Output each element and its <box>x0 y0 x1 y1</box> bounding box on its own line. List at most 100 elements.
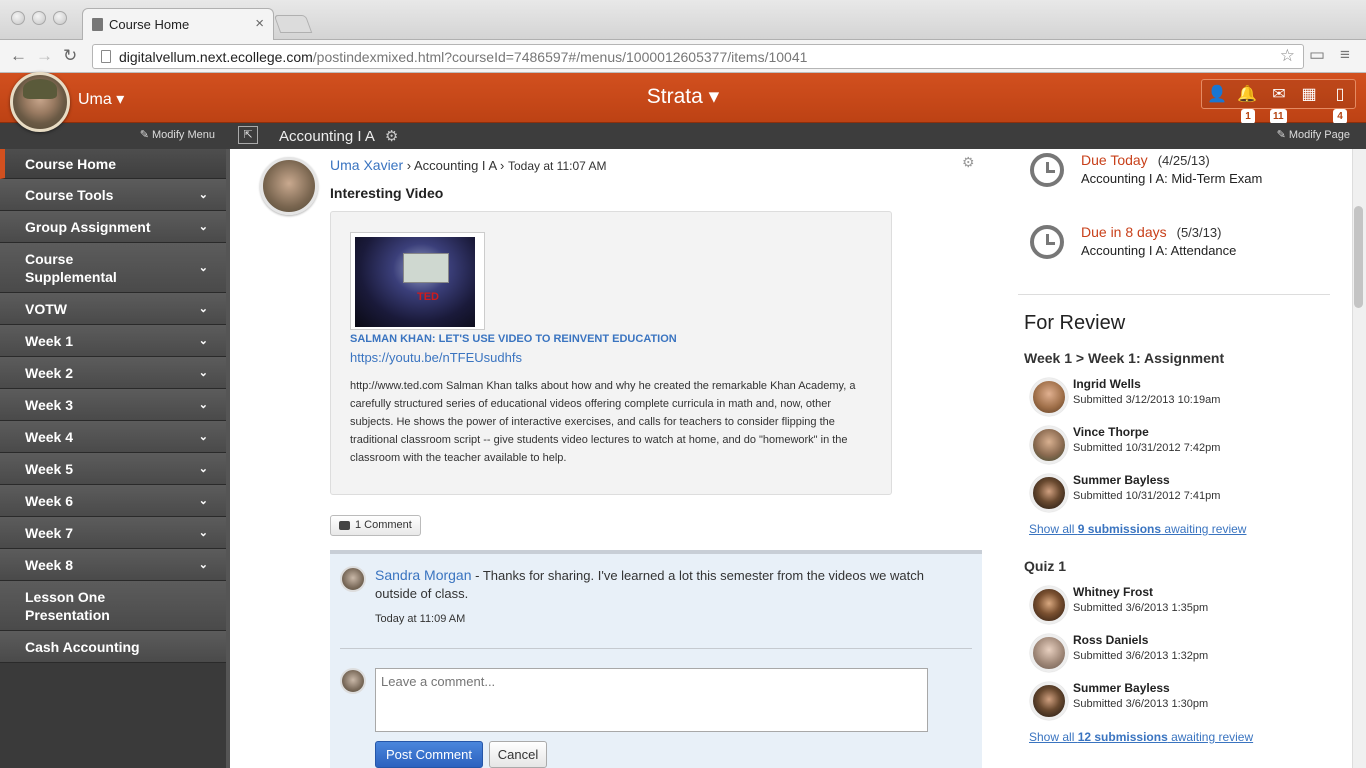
comment-time: Today at 11:09 AM <box>375 613 466 625</box>
submission-name[interactable]: Ingrid Wells <box>1073 377 1141 391</box>
zoom-window-button[interactable] <box>53 11 67 25</box>
sidebar-item-label: Week 7 <box>25 524 73 541</box>
reviewer-avatar[interactable] <box>1030 474 1068 512</box>
sidebar-item-group-assignment[interactable]: Group Assignment ⌄ <box>0 211 226 243</box>
link-count: 9 submissions <box>1077 522 1162 536</box>
documents-badge: 4 <box>1333 109 1347 124</box>
submission-date: Submitted 10/31/2012 7:41pm <box>1073 490 1221 502</box>
calendar-icon[interactable]: ▦ <box>1298 84 1320 104</box>
post-time: Today at 11:07 AM <box>507 159 607 173</box>
comment-author-link[interactable]: Sandra Morgan <box>375 567 472 583</box>
bookmark-star-icon[interactable]: ☆ <box>1280 46 1295 66</box>
back-arrow-icon[interactable]: ← <box>10 44 27 68</box>
due-date: (5/3/13) <box>1176 225 1222 240</box>
menu-icon[interactable]: ≡ <box>1340 45 1350 65</box>
submission-date: Submitted 3/6/2013 1:30pm <box>1073 698 1209 710</box>
submission-name[interactable]: Summer Bayless <box>1073 681 1170 695</box>
comments-toggle-button[interactable]: 1 Comment <box>330 515 421 536</box>
clock-icon <box>1030 225 1064 259</box>
reviewer-avatar[interactable] <box>1030 682 1068 720</box>
sidebar-item-week-1[interactable]: Week 1 ⌄ <box>0 325 226 357</box>
reviewer-avatar[interactable] <box>1030 426 1068 464</box>
post-course[interactable]: Accounting I A <box>414 158 496 173</box>
due-item-title[interactable]: Accounting I A: Mid-Term Exam <box>1081 171 1262 186</box>
submission-name[interactable]: Summer Bayless <box>1073 473 1170 487</box>
submission-name[interactable]: Whitney Frost <box>1073 585 1153 599</box>
new-tab-button[interactable] <box>273 15 313 33</box>
link-text: awaiting review <box>1167 730 1254 744</box>
chevron-down-icon: ⌄ <box>198 303 208 315</box>
close-window-button[interactable] <box>11 11 25 25</box>
sidebar-item-week-6[interactable]: Week 6 ⌄ <box>0 485 226 517</box>
video-title-link[interactable]: SALMAN KHAN: LET'S USE VIDEO TO REINVENT… <box>350 333 677 345</box>
course-title-label: Accounting I A <box>279 128 375 145</box>
notifications-badge: 1 <box>1241 109 1255 124</box>
show-all-submissions-link[interactable]: Show all 12 submissions awaiting review <box>1029 730 1253 744</box>
bell-icon[interactable]: 🔔 <box>1236 84 1258 104</box>
post-header: Uma Xavier › Accounting I A › Today at 1… <box>330 157 607 173</box>
due-item-status: Due in 8 days (5/3/13) <box>1081 224 1221 240</box>
sidebar-item-label: Week 6 <box>25 492 73 509</box>
sidebar-item-votw[interactable]: VOTW ⌄ <box>0 293 226 325</box>
submission-name[interactable]: Vince Thorpe <box>1073 425 1149 439</box>
gear-icon[interactable]: ⚙ <box>962 154 975 171</box>
close-tab-icon[interactable]: × <box>255 15 264 32</box>
post-comment-button[interactable]: Post Comment <box>375 741 483 768</box>
user-avatar[interactable] <box>10 72 70 132</box>
reviewer-avatar[interactable] <box>1030 586 1068 624</box>
sidebar-item-lesson-one[interactable]: Lesson One Presentation <box>0 581 226 631</box>
header-icon-group: 👤 🔔 ✉ ▦ ▯ <box>1201 79 1356 109</box>
cancel-button[interactable]: Cancel <box>489 741 547 768</box>
mail-icon[interactable]: ✉ <box>1268 84 1290 104</box>
sidebar-item-course-tools[interactable]: Course Tools ⌄ <box>0 179 226 211</box>
sidebar-item-week-4[interactable]: Week 4 ⌄ <box>0 421 226 453</box>
app-title[interactable]: Strata ▾ <box>647 85 719 108</box>
document-icon[interactable]: ▯ <box>1329 84 1351 104</box>
comment-count-label: 1 Comment <box>355 519 412 531</box>
sidebar-item-label: Course Tools <box>25 186 114 203</box>
sidebar-item-week-8[interactable]: Week 8 ⌄ <box>0 549 226 581</box>
address-bar[interactable]: digitalvellum.next.ecollege.com/postinde… <box>92 44 1304 69</box>
profile-icon[interactable]: 👤 <box>1206 84 1228 104</box>
comment-input[interactable] <box>375 668 928 732</box>
sidebar-item-label: Week 8 <box>25 556 73 573</box>
post-author-link[interactable]: Uma Xavier <box>330 157 403 173</box>
reviewer-avatar[interactable] <box>1030 634 1068 672</box>
sidebar-item-label: Week 1 <box>25 332 73 349</box>
commenter-avatar[interactable] <box>340 566 366 592</box>
sidebar-item-week-7[interactable]: Week 7 ⌄ <box>0 517 226 549</box>
sidebar-item-course-home[interactable]: Course Home <box>0 149 226 179</box>
modify-page-button[interactable]: ✎ Modify Page <box>1277 128 1350 141</box>
chevron-down-icon: ⌄ <box>198 399 208 411</box>
chevron-down-icon: ⌄ <box>198 262 208 274</box>
submission-name[interactable]: Ross Daniels <box>1073 633 1148 647</box>
cast-icon[interactable]: ▭ <box>1309 45 1325 65</box>
expand-icon[interactable]: ⇱ <box>238 126 258 144</box>
page-icon <box>92 18 103 31</box>
reviewer-avatar[interactable] <box>1030 378 1068 416</box>
video-url-link[interactable]: https://youtu.be/nTFEUsudhfs <box>350 350 522 365</box>
sidebar-item-cash-accounting[interactable]: Cash Accounting <box>0 631 226 663</box>
divider <box>340 648 972 649</box>
current-user-avatar <box>340 668 366 694</box>
post-author-avatar[interactable] <box>260 157 318 215</box>
sidebar-item-week-2[interactable]: Week 2 ⌄ <box>0 357 226 389</box>
due-status: Due in 8 days <box>1081 224 1167 240</box>
video-thumbnail[interactable]: TED <box>350 232 485 330</box>
sidebar-item-week-3[interactable]: Week 3 ⌄ <box>0 389 226 421</box>
reload-icon[interactable]: ↻ <box>63 44 77 68</box>
due-item-title[interactable]: Accounting I A: Attendance <box>1081 243 1236 258</box>
ted-logo: TED <box>417 291 439 303</box>
minimize-window-button[interactable] <box>32 11 46 25</box>
scrollbar-thumb[interactable] <box>1354 206 1363 308</box>
comment-bubble-icon <box>339 521 350 530</box>
link-count: 12 submissions <box>1077 730 1168 744</box>
forward-arrow-icon[interactable]: → <box>36 44 53 68</box>
sidebar-item-course-supplemental[interactable]: Course Supplemental ⌄ <box>0 243 226 293</box>
gear-icon[interactable]: ⚙ <box>385 128 398 145</box>
modify-menu-label: Modify Menu <box>152 129 215 141</box>
sidebar-item-label: Week 3 <box>25 396 73 413</box>
show-all-submissions-link[interactable]: Show all 9 submissions awaiting review <box>1029 522 1246 536</box>
browser-tab[interactable]: Course Home × <box>82 8 274 40</box>
sidebar-item-week-5[interactable]: Week 5 ⌄ <box>0 453 226 485</box>
